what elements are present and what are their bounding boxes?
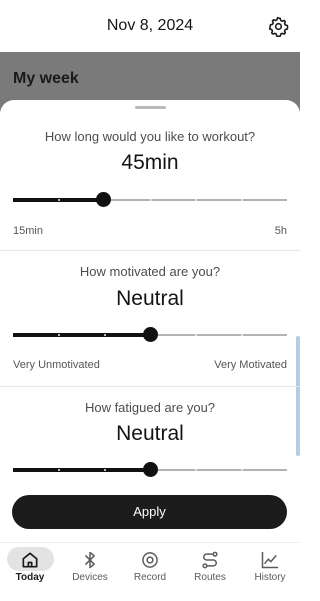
nav-item-routes[interactable]: Routes xyxy=(180,543,240,601)
my-week-heading: My week xyxy=(13,70,79,87)
chart-icon xyxy=(261,551,279,569)
motivation-slider[interactable] xyxy=(13,325,287,345)
apply-button[interactable]: Apply xyxy=(12,495,287,529)
workout-duration-slider[interactable] xyxy=(13,190,287,210)
workout-duration-min-label: 15min xyxy=(13,225,43,237)
nav-label-history: History xyxy=(254,572,286,583)
nav-item-today[interactable]: Today xyxy=(0,543,60,601)
slider-thumb[interactable] xyxy=(143,462,158,477)
slider-fill xyxy=(13,333,150,337)
slider-fill xyxy=(13,468,150,472)
slider-thumb[interactable] xyxy=(96,192,112,207)
nav-label-today: Today xyxy=(15,572,45,583)
slider-tick xyxy=(58,334,60,336)
fatigue-value: Neutral xyxy=(116,422,184,445)
fatigue-slider[interactable] xyxy=(13,460,287,480)
slider-tick xyxy=(195,334,197,336)
nav-label-routes: Routes xyxy=(194,572,226,583)
workout-duration-question: How long would you like to workout? xyxy=(44,129,256,144)
fatigue-section: How fatigued are you? Neutral xyxy=(0,387,300,497)
nav-item-history[interactable]: History xyxy=(240,543,300,601)
workout-preferences-sheet: How long would you like to workout? 45mi… xyxy=(0,100,300,542)
workout-duration-max-label: 5h xyxy=(274,225,287,237)
workout-duration-value: 45min xyxy=(121,151,179,174)
motivation-question: How motivated are you? xyxy=(79,264,221,279)
bottom-navigation: Today Devices Record Routes History xyxy=(0,542,300,601)
slider-tick xyxy=(150,199,152,201)
slider-tick xyxy=(241,334,243,336)
top-bar: Nov 8, 2024 xyxy=(0,0,300,52)
slider-tick xyxy=(58,469,60,471)
date-title: Nov 8, 2024 xyxy=(106,17,194,34)
motivation-max-label: Very Motivated xyxy=(214,359,287,371)
motivation-section: How motivated are you? Neutral Very Unmo… xyxy=(0,251,300,387)
home-icon xyxy=(22,552,38,568)
nav-label-record: Record xyxy=(133,572,167,583)
record-icon xyxy=(142,552,158,568)
slider-tick xyxy=(104,469,106,471)
nav-item-record[interactable]: Record xyxy=(120,543,180,601)
nav-item-devices[interactable]: Devices xyxy=(60,543,120,601)
fatigue-question: How fatigued are you? xyxy=(84,400,216,415)
slider-tick xyxy=(195,469,197,471)
slider-tick xyxy=(195,199,197,201)
motivation-min-label: Very Unmotivated xyxy=(13,359,100,371)
slider-tick xyxy=(104,334,106,336)
gear-icon[interactable] xyxy=(268,16,289,37)
workout-duration-section: How long would you like to workout? 45mi… xyxy=(0,100,300,251)
slider-tick xyxy=(241,199,243,201)
motivation-value: Neutral xyxy=(116,287,184,310)
bluetooth-icon xyxy=(85,551,95,569)
slider-thumb[interactable] xyxy=(143,327,158,342)
slider-tick xyxy=(241,469,243,471)
nav-label-devices: Devices xyxy=(72,572,108,583)
slider-tick xyxy=(58,199,60,201)
routes-icon xyxy=(202,551,218,569)
